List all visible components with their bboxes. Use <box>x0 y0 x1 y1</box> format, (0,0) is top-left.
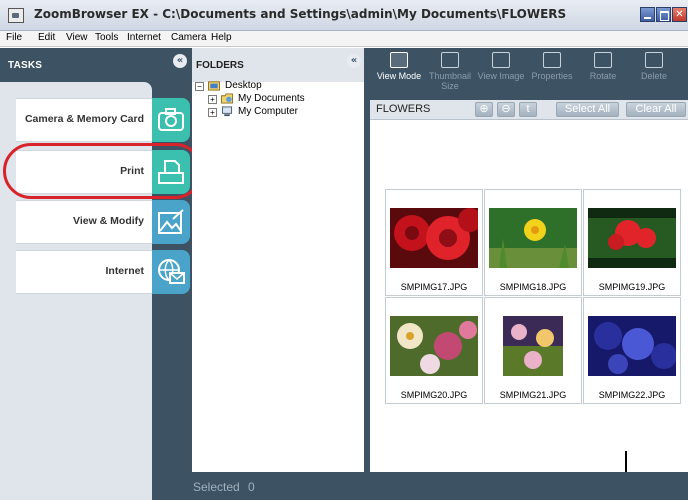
thumbnail-size-icon <box>441 52 459 68</box>
menu-help[interactable]: Help <box>211 32 232 43</box>
thumbnail-filename: SMPIMG18.JPG <box>499 282 567 292</box>
menu-tools[interactable]: Tools <box>95 32 118 43</box>
thumbnail-filename: SMPIMG19.JPG <box>598 282 666 292</box>
tool-label: Thumbnail Size <box>428 71 472 91</box>
tool-label: Rotate <box>589 71 617 81</box>
thumbnail-item[interactable]: SMPIMG22.JPG <box>583 297 681 404</box>
thumbnail-grid: SMPIMG17.JPG SMPIMG18.JPG SMPIMG19.JPG S… <box>385 189 688 405</box>
tool-label: Properties <box>531 71 573 81</box>
maximize-button[interactable] <box>656 7 671 22</box>
delete-icon <box>645 52 663 68</box>
thumbnail-filename: SMPIMG20.JPG <box>400 390 468 400</box>
view-mode-button[interactable]: View Mode <box>375 52 423 81</box>
menu-view[interactable]: View <box>66 32 88 43</box>
current-folder-label: FLOWERS <box>376 103 431 115</box>
thumbnail-image <box>503 316 563 376</box>
zoom-in-button[interactable]: ⊕ <box>475 102 493 117</box>
task-label: Camera & Memory Card <box>24 113 144 125</box>
main-toolbar: View Mode Thumbnail Size View Image Prop… <box>370 48 688 100</box>
window-title: ZoomBrowser EX - C:\Documents and Settin… <box>34 7 567 21</box>
thumbnail-item[interactable]: SMPIMG21.JPG <box>484 297 582 404</box>
tree-label: My Computer <box>238 106 299 117</box>
rotate-icon <box>594 52 612 68</box>
app-icon <box>8 8 24 23</box>
thumbnail-filename: SMPIMG17.JPG <box>400 282 468 292</box>
close-button[interactable]: ✕ <box>672 7 687 22</box>
thumbnail-item[interactable]: SMPIMG18.JPG <box>484 189 582 296</box>
selected-label: Selected <box>193 480 240 494</box>
camera-icon[interactable] <box>152 98 190 142</box>
globe-mail-icon[interactable] <box>152 250 190 294</box>
thumbnail-filename: SMPIMG21.JPG <box>499 390 567 400</box>
properties-icon <box>543 52 561 68</box>
properties-button[interactable]: Properties <box>528 52 576 81</box>
thumbnail-area: SMPIMG17.JPG SMPIMG18.JPG SMPIMG19.JPG S… <box>370 121 688 472</box>
tasks-collapse-button[interactable]: « <box>173 54 187 68</box>
print-highlight-ring <box>3 143 203 199</box>
tree-label: Desktop <box>225 80 262 91</box>
thumbnail-image <box>588 208 676 268</box>
select-all-button[interactable]: Select All <box>556 102 619 117</box>
menu-camera[interactable]: Camera <box>171 32 207 43</box>
view-mode-icon <box>390 52 408 68</box>
tool-label: View Mode <box>376 71 422 81</box>
menu-bar: File Edit View Tools Internet Camera Hel… <box>0 31 688 47</box>
task-view-modify[interactable]: View & Modify <box>16 200 152 244</box>
menu-file[interactable]: File <box>6 32 22 43</box>
tasks-header: TASKS <box>8 60 43 71</box>
picture-edit-icon[interactable] <box>152 200 190 244</box>
zoom-out-button[interactable]: ⊖ <box>497 102 515 117</box>
task-camera-memory-card[interactable]: Camera & Memory Card <box>16 98 152 142</box>
computer-icon <box>221 106 233 117</box>
task-internet[interactable]: Internet <box>16 250 152 294</box>
menu-internet[interactable]: Internet <box>127 32 161 43</box>
up-folder-button[interactable]: t <box>519 102 537 117</box>
thumbnail-filename: SMPIMG22.JPG <box>598 390 666 400</box>
thumbnail-item[interactable]: SMPIMG20.JPG <box>385 297 483 404</box>
thumbnail-item[interactable]: SMPIMG17.JPG <box>385 189 483 296</box>
tree-expander[interactable]: + <box>208 108 217 117</box>
folder-path-bar: FLOWERS ⊕ ⊖ t Select All Clear All <box>370 100 688 120</box>
folders-panel: FOLDERS « − Desktop + My Documents + My … <box>192 48 370 472</box>
folders-header-bar: FOLDERS « <box>192 48 364 82</box>
minimize-button[interactable] <box>640 7 655 22</box>
title-bar: ZoomBrowser EX - C:\Documents and Settin… <box>0 0 688 31</box>
tool-label: Delete <box>640 71 667 81</box>
selected-status: Selected 0 <box>193 480 255 494</box>
menu-edit[interactable]: Edit <box>38 32 55 43</box>
folders-title: FOLDERS <box>196 60 244 71</box>
clear-all-button[interactable]: Clear All <box>626 102 686 117</box>
thumbnail-size-button[interactable]: Thumbnail Size <box>426 52 474 91</box>
delete-button[interactable]: Delete <box>630 52 678 81</box>
thumbnail-image <box>588 316 676 376</box>
thumbnail-item[interactable]: SMPIMG19.JPG <box>583 189 681 296</box>
thumbnail-image <box>390 316 478 376</box>
task-label: Internet <box>105 265 144 277</box>
status-bar: Selected 0 <box>152 472 688 500</box>
tree-label: My Documents <box>238 93 305 104</box>
thumbnail-image <box>489 208 577 268</box>
folder-icon <box>221 93 233 104</box>
view-image-icon <box>492 52 510 68</box>
desktop-icon <box>208 81 220 91</box>
folders-collapse-button[interactable]: « <box>347 54 361 68</box>
tree-expander[interactable]: − <box>195 82 204 91</box>
zoombrowser-window: ZoomBrowser EX - C:\Documents and Settin… <box>0 0 688 500</box>
rotate-button[interactable]: Rotate <box>579 52 627 81</box>
task-label: View & Modify <box>73 215 144 227</box>
selected-count: 0 <box>248 480 255 494</box>
view-image-button[interactable]: View Image <box>477 52 525 81</box>
tree-expander[interactable]: + <box>208 95 217 104</box>
thumbnail-image <box>390 208 478 268</box>
tool-label: View Image <box>477 71 525 81</box>
